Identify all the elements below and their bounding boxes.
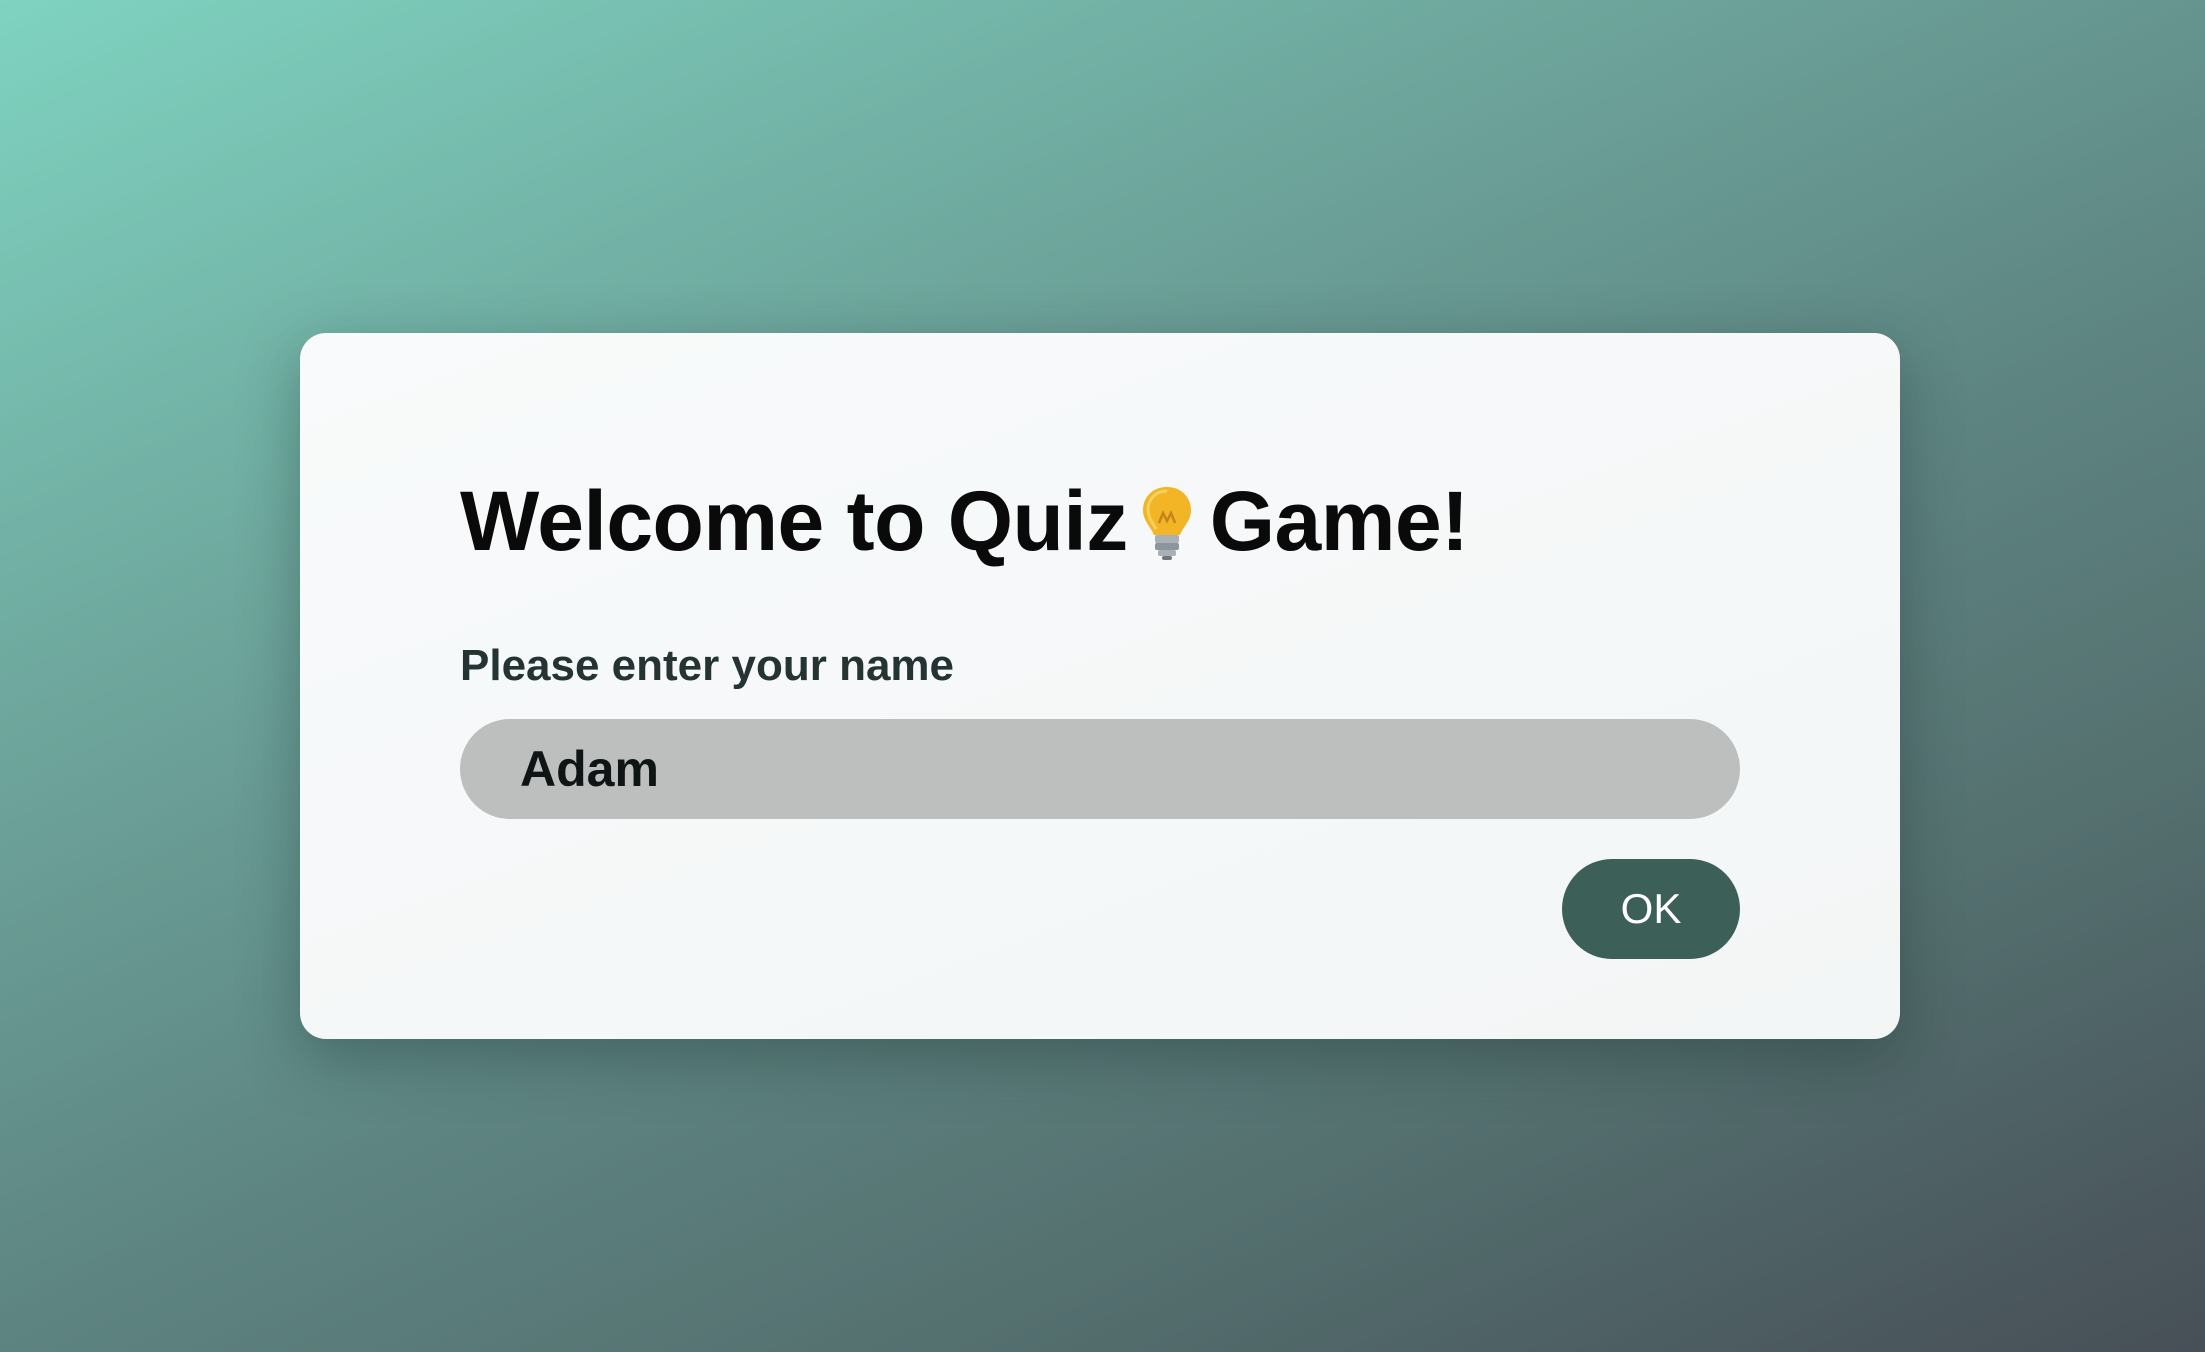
lightbulb-icon	[1140, 484, 1194, 560]
title-prefix: Welcome to Quiz	[460, 474, 1128, 568]
title-suffix: Game!	[1209, 474, 1469, 568]
name-label: Please enter your name	[460, 641, 955, 690]
ok-button[interactable]: OK	[1562, 859, 1740, 959]
name-input[interactable]	[460, 719, 1740, 819]
dialog-title: Welcome to Quiz Game!	[460, 473, 1469, 570]
welcome-dialog: Welcome to Quiz Game! Please enter your …	[300, 333, 1900, 1039]
